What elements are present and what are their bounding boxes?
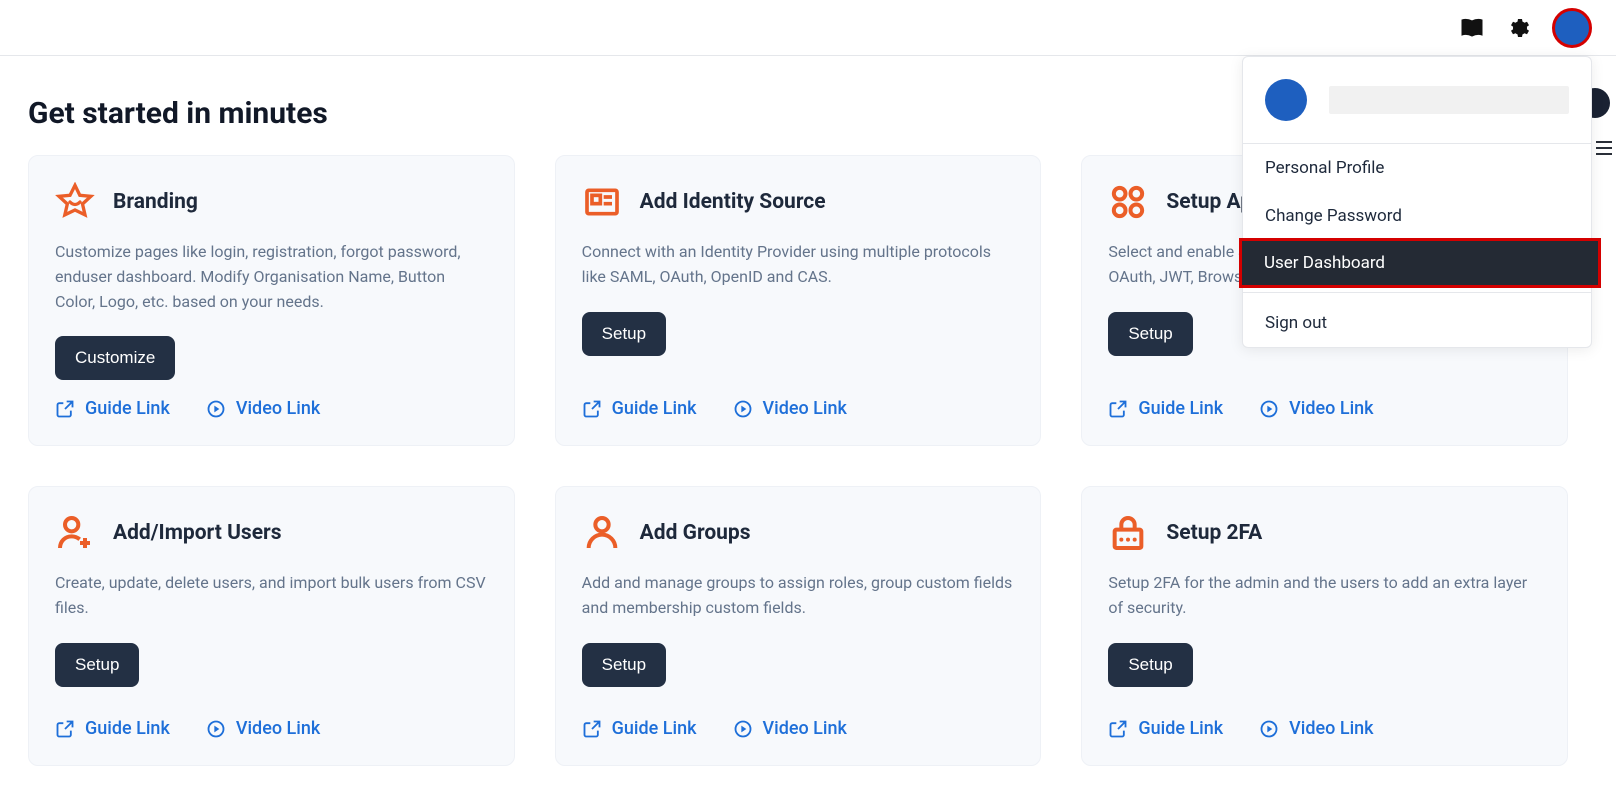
- menu-personal-profile[interactable]: Personal Profile: [1243, 144, 1591, 192]
- card-desc: Setup 2FA for the admin and the users to…: [1108, 571, 1541, 621]
- video-link[interactable]: Video Link: [733, 718, 847, 739]
- user-avatar-button[interactable]: [1552, 8, 1592, 48]
- card-desc: Customize pages like login, registration…: [55, 240, 488, 314]
- user-menu-header: [1243, 57, 1591, 144]
- hamburger-icon: [1596, 140, 1612, 159]
- menu-sign-out[interactable]: Sign out: [1243, 299, 1591, 347]
- card-desc: Connect with an Identity Provider using …: [582, 240, 1015, 290]
- video-link[interactable]: Video Link: [1259, 398, 1373, 419]
- card-title: Setup 2FA: [1166, 521, 1262, 545]
- guide-link-label: Guide Link: [1138, 398, 1223, 419]
- card-add-users: Add/Import Users Create, update, delete …: [28, 486, 515, 766]
- card-title: Branding: [113, 190, 198, 214]
- id-card-icon: [582, 182, 622, 222]
- menu-separator: [1243, 292, 1591, 293]
- card-title: Add/Import Users: [113, 521, 282, 545]
- card-desc: Add and manage groups to assign roles, g…: [582, 571, 1015, 621]
- guide-link-label: Guide Link: [85, 718, 170, 739]
- card-add-groups: Add Groups Add and manage groups to assi…: [555, 486, 1042, 766]
- card-setup-2fa: Setup 2FA Setup 2FA for the admin and th…: [1081, 486, 1568, 766]
- setup-button[interactable]: Setup: [582, 643, 666, 687]
- video-link[interactable]: Video Link: [206, 398, 320, 419]
- card-title: Add Groups: [640, 521, 751, 545]
- video-link[interactable]: Video Link: [1259, 718, 1373, 739]
- setup-button[interactable]: Setup: [582, 312, 666, 356]
- guide-link[interactable]: Guide Link: [582, 398, 697, 419]
- apps-icon: [1108, 182, 1148, 222]
- guide-link-label: Guide Link: [612, 718, 697, 739]
- guide-link[interactable]: Guide Link: [582, 718, 697, 739]
- user-plus-icon: [55, 513, 95, 553]
- card-branding: Branding Customize pages like login, reg…: [28, 155, 515, 446]
- video-link-label: Video Link: [1289, 718, 1373, 739]
- card-desc: Create, update, delete users, and import…: [55, 571, 488, 621]
- book-icon[interactable]: [1460, 16, 1484, 40]
- setup-button[interactable]: Setup: [1108, 312, 1192, 356]
- guide-link-label: Guide Link: [612, 398, 697, 419]
- video-link[interactable]: Video Link: [206, 718, 320, 739]
- video-link-label: Video Link: [763, 718, 847, 739]
- setup-button[interactable]: Setup: [1108, 643, 1192, 687]
- card-identity-source: Add Identity Source Connect with an Iden…: [555, 155, 1042, 446]
- guide-link[interactable]: Guide Link: [55, 398, 170, 419]
- gear-icon[interactable]: [1506, 16, 1530, 40]
- user-menu: Personal Profile Change Password User Da…: [1242, 56, 1592, 348]
- customize-button[interactable]: Customize: [55, 336, 175, 380]
- guide-link[interactable]: Guide Link: [55, 718, 170, 739]
- star-icon: [55, 182, 95, 222]
- video-link-label: Video Link: [236, 398, 320, 419]
- menu-change-password[interactable]: Change Password: [1243, 192, 1591, 240]
- video-link-label: Video Link: [763, 398, 847, 419]
- card-title: Add Identity Source: [640, 190, 826, 214]
- guide-link[interactable]: Guide Link: [1108, 398, 1223, 419]
- user-menu-avatar: [1265, 79, 1307, 121]
- setup-button[interactable]: Setup: [55, 643, 139, 687]
- guide-link-label: Guide Link: [1138, 718, 1223, 739]
- lock-icon: [1108, 513, 1148, 553]
- menu-user-dashboard[interactable]: User Dashboard: [1239, 238, 1601, 288]
- guide-link-label: Guide Link: [85, 398, 170, 419]
- user-icon: [582, 513, 622, 553]
- video-link[interactable]: Video Link: [733, 398, 847, 419]
- topbar: [0, 0, 1616, 56]
- guide-link[interactable]: Guide Link: [1108, 718, 1223, 739]
- video-link-label: Video Link: [1289, 398, 1373, 419]
- video-link-label: Video Link: [236, 718, 320, 739]
- user-menu-name-redacted: [1329, 86, 1569, 114]
